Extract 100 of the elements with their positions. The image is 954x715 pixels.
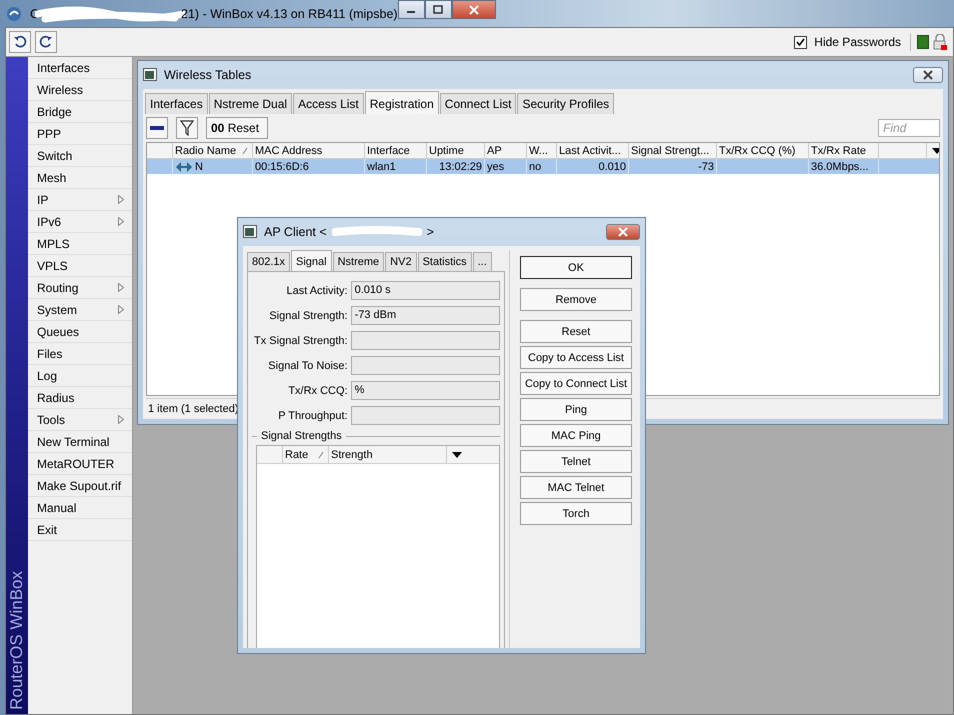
value-field: %: [350, 381, 500, 400]
column-header[interactable]: Signal Strengt...: [629, 143, 717, 158]
column-header[interactable]: Rate: [283, 446, 329, 463]
close-button[interactable]: [606, 224, 640, 240]
menu-item[interactable]: Mesh: [28, 167, 132, 189]
brand-label: RouterOS WinBox: [7, 571, 27, 710]
menu-item[interactable]: IPv6: [28, 211, 132, 233]
menu-item[interactable]: Log: [28, 365, 132, 387]
column-header[interactable]: Strength: [329, 446, 447, 463]
column-header[interactable]: AP: [485, 143, 527, 158]
menu-item[interactable]: Queues: [28, 321, 132, 343]
menu-item[interactable]: MPLS: [28, 233, 132, 255]
dialog-button[interactable]: Copy to Access List: [520, 346, 632, 369]
dropdown-arrow-icon: [452, 452, 462, 458]
dialog-button[interactable]: Telnet: [520, 450, 632, 473]
find-field[interactable]: Find: [878, 119, 940, 137]
remove-button[interactable]: [146, 117, 168, 139]
dialog-button[interactable]: Torch: [520, 502, 632, 525]
menu-item[interactable]: Interfaces: [28, 57, 132, 79]
undo-icon: [13, 35, 27, 49]
table-cell: N: [195, 160, 203, 172]
tab[interactable]: Connect List: [440, 93, 516, 114]
dialog-button[interactable]: Ping: [520, 398, 632, 421]
submenu-arrow-icon: [118, 305, 124, 314]
value-field: -73 dBm: [350, 306, 500, 325]
submenu-arrow-icon: [118, 217, 124, 226]
menu-item[interactable]: IP: [28, 189, 132, 211]
table-row[interactable]: N 00:15:6D:6 wlan1 13:02:29 yes no 0.010 -73 36.0Mbps...: [147, 159, 939, 174]
status-square-icon: [917, 35, 929, 49]
menu-item[interactable]: Files: [28, 343, 132, 365]
minimize-button[interactable]: [398, 0, 425, 19]
sort-icon: [318, 450, 324, 458]
tab[interactable]: 802.1x: [247, 252, 290, 271]
column-header[interactable]: Last Activit...: [557, 143, 629, 158]
dialog-button[interactable]: MAC Ping: [520, 424, 632, 447]
window-title: AP Client <: [264, 225, 327, 239]
menu-item[interactable]: Switch: [28, 145, 132, 167]
menu-item[interactable]: Bridge: [28, 101, 132, 123]
field-label: Signal Strength:: [268, 310, 349, 322]
dialog-button[interactable]: Reset: [520, 320, 632, 343]
maximize-button[interactable]: [424, 0, 452, 19]
undo-button[interactable]: [9, 31, 31, 53]
menu-item[interactable]: Routing: [28, 277, 132, 299]
table-cell: 36.0Mbps...: [811, 160, 868, 172]
tab[interactable]: Security Profiles: [517, 93, 614, 114]
tab[interactable]: ...: [472, 252, 492, 271]
menu-item[interactable]: Tools: [28, 409, 132, 431]
minus-icon: [150, 125, 164, 131]
menu-item[interactable]: Manual: [28, 497, 132, 519]
dialog-button[interactable]: Remove: [520, 288, 632, 311]
tab[interactable]: Signal: [291, 250, 332, 271]
tab[interactable]: Registration: [364, 91, 439, 114]
lock-icon: [933, 34, 947, 50]
filter-icon: [180, 120, 194, 136]
table-cell: no: [529, 160, 542, 172]
close-button[interactable]: [913, 67, 943, 83]
dialog-button[interactable]: MAC Telnet: [520, 476, 632, 499]
dialog-button[interactable]: Copy to Connect List: [520, 372, 632, 395]
menu-item[interactable]: MetaROUTER: [28, 453, 132, 475]
column-header[interactable]: Radio Name: [173, 143, 253, 158]
tab[interactable]: NV2: [385, 252, 417, 271]
tab[interactable]: Interfaces: [145, 93, 208, 114]
field-label: Signal To Noise:: [267, 360, 349, 372]
dialog-button[interactable]: OK: [520, 256, 632, 279]
hide-passwords-checkbox[interactable]: [794, 36, 808, 48]
tab[interactable]: Statistics: [418, 252, 472, 271]
column-header[interactable]: Tx/Rx CCQ (%): [717, 143, 809, 158]
menu-item[interactable]: Make Supout.rif: [28, 475, 132, 497]
submenu-arrow-icon: [118, 283, 124, 292]
filter-button[interactable]: [176, 117, 198, 139]
table-cell: -73: [698, 160, 714, 172]
column-header[interactable]: MAC Address: [253, 143, 365, 158]
close-button[interactable]: [452, 0, 496, 19]
field-label: Tx/Rx CCQ:: [287, 384, 349, 396]
menu-item[interactable]: PPP: [28, 123, 132, 145]
table-cell: 00:15:6D:6: [255, 160, 309, 172]
column-header[interactable]: W...: [527, 143, 557, 158]
field-label: P Throughput:: [277, 410, 349, 422]
menu-item[interactable]: Exit: [28, 519, 132, 541]
close-icon: [922, 70, 934, 80]
menu-item[interactable]: Radius: [28, 387, 132, 409]
submenu-arrow-icon: [118, 195, 124, 204]
tab[interactable]: Access List: [293, 93, 364, 114]
menu-item[interactable]: New Terminal: [28, 431, 132, 453]
redo-button[interactable]: [35, 31, 57, 53]
station-icon: [175, 160, 193, 172]
window-title: >: [426, 225, 434, 239]
menu-item[interactable]: System: [28, 299, 132, 321]
menu-item[interactable]: Wireless: [28, 79, 132, 101]
column-header[interactable]: Tx/Rx Rate: [809, 143, 879, 158]
sort-icon: [242, 146, 248, 154]
tab[interactable]: Nstreme: [332, 252, 384, 271]
reset-button[interactable]: 00 Reset: [206, 117, 268, 139]
column-header[interactable]: Interface: [365, 143, 427, 158]
window-icon: [143, 68, 159, 82]
maximize-icon: [433, 5, 444, 14]
menu-item[interactable]: VPLS: [28, 255, 132, 277]
column-header[interactable]: Uptime: [427, 143, 485, 158]
table-cell: yes: [487, 160, 504, 172]
tab[interactable]: Nstreme Dual: [208, 93, 292, 114]
